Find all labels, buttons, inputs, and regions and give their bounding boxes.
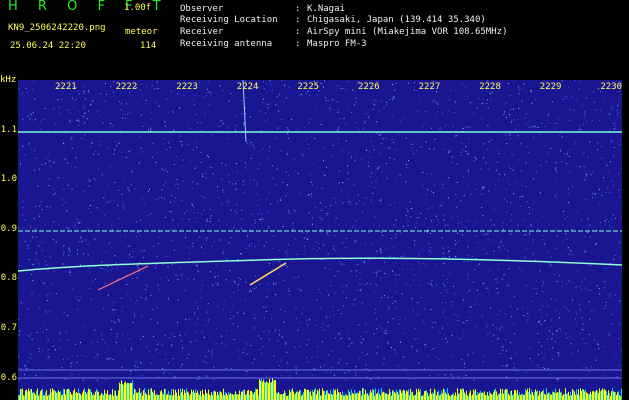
y-tick-label: 1.0 — [0, 174, 17, 184]
spectrogram-canvas — [18, 80, 622, 400]
meta-value: AirSpy mini (Miakejima VOR 108.65MHz) — [307, 27, 508, 37]
y-tick-label: 0.7 — [0, 323, 17, 333]
version-label: 1.00f — [124, 3, 152, 13]
mode-label: meteor — [125, 27, 158, 37]
y-tick-label: 1.1 — [0, 125, 17, 135]
meta-antenna: Receiving antenna: Maspro FM-3 — [180, 39, 367, 50]
meta-value: K.Nagai — [307, 4, 345, 14]
meta-receiver: Receiver: AirSpy mini (Miakejima VOR 108.… — [180, 27, 507, 38]
x-tick-label: 2229 — [539, 82, 562, 92]
x-tick-label: 2228 — [479, 82, 501, 92]
meta-value: Chigasaki, Japan (139.414 35.340) — [307, 15, 486, 25]
meta-separator: : — [295, 27, 301, 37]
x-tick-label: 2225 — [297, 82, 320, 92]
x-tick-label: 2224 — [236, 82, 259, 92]
meta-separator: : — [295, 4, 301, 14]
meta-label: Receiving antenna — [180, 39, 273, 49]
y-tick-label: 0.6 — [0, 373, 17, 383]
meta-value: Maspro FM-3 — [307, 39, 367, 49]
x-tick-label: 2223 — [176, 82, 198, 92]
drift-trace — [18, 257, 622, 272]
x-tick-label: 2226 — [358, 82, 380, 92]
file-name: KN9_2506242220.png — [8, 23, 106, 33]
meteor-echo-1 — [97, 265, 149, 291]
datetime: 25.06.24 22:20 — [10, 41, 86, 51]
meteor-echo-2 — [249, 262, 287, 286]
meteor-count: 114 — [140, 41, 157, 51]
y-tick-label: 0.9 — [0, 224, 17, 234]
meta-label: Receiver — [180, 27, 224, 37]
signal-level-bars — [18, 378, 622, 400]
x-tick-label: 2227 — [418, 82, 441, 92]
spectrogram-plot — [18, 80, 622, 400]
meta-separator: : — [295, 15, 301, 25]
y-axis-unit: kHz — [0, 75, 17, 85]
meta-separator: : — [295, 39, 301, 49]
x-tick-label: 2230 — [600, 82, 623, 92]
x-tick-label: 2222 — [115, 82, 138, 92]
y-tick-label: 0.8 — [0, 273, 17, 283]
meta-observer: Observer: K.Nagai — [180, 4, 345, 15]
meta-label: Receiving Location — [180, 15, 278, 25]
meta-location: Receiving Location: Chigasaki, Japan (139… — [180, 15, 486, 26]
x-tick-label: 2221 — [55, 82, 77, 92]
meta-label: Observer — [180, 4, 224, 14]
